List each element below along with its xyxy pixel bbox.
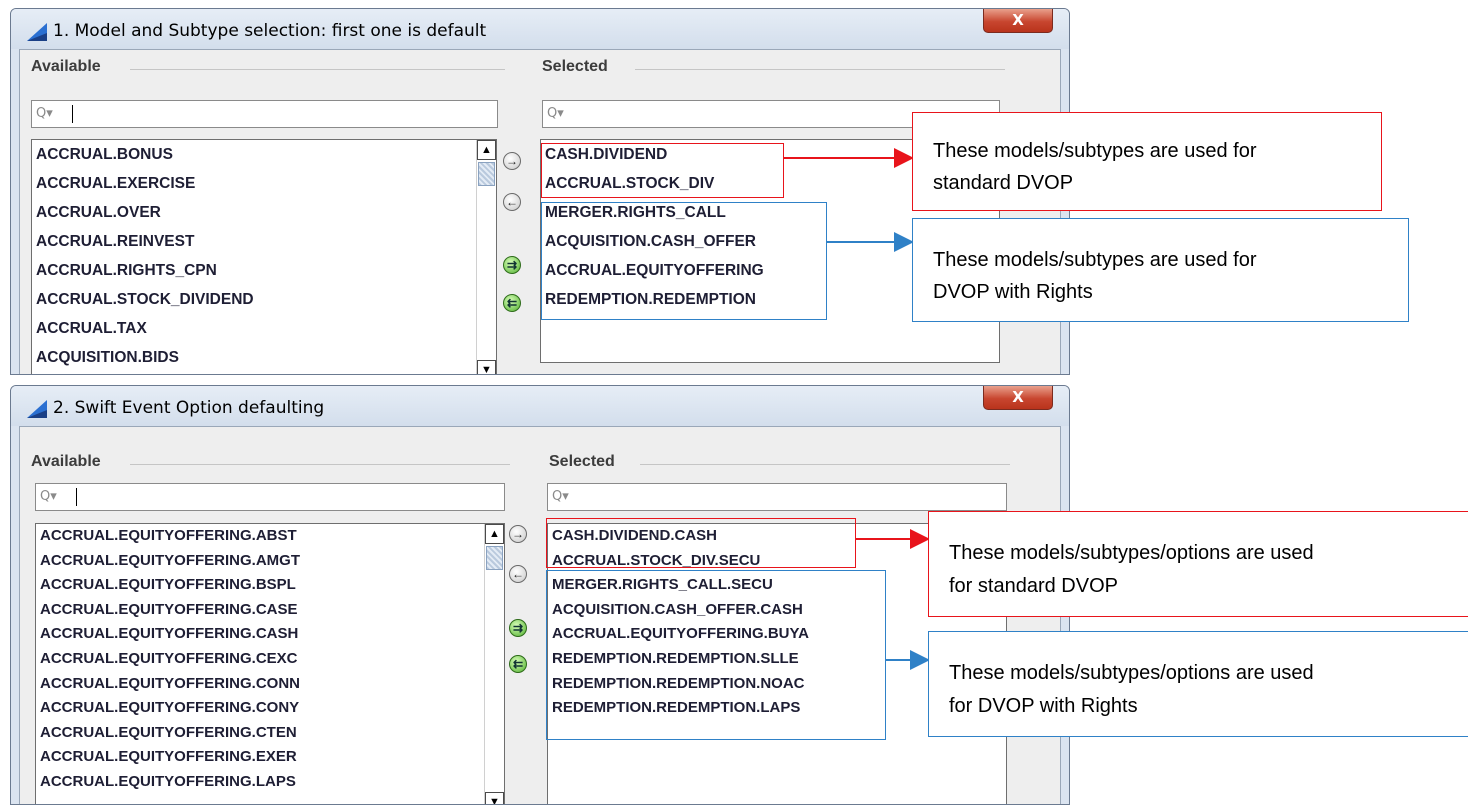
note-text: DVOP with Rights [933,281,1093,303]
note-text: These models/subtypes are used for [933,249,1257,271]
note-text: These models/subtypes are used for [933,140,1257,162]
rights-dvop-note: These models/subtypes are used for DVOP … [912,218,1409,322]
standard-dvop-note: These models/subtypes/options are used f… [928,511,1468,617]
note-text: for standard DVOP [949,575,1118,597]
note-text: for DVOP with Rights [949,695,1138,717]
note-text: These models/subtypes/options are used [949,662,1314,684]
note-text: standard DVOP [933,172,1074,194]
standard-dvop-note: These models/subtypes are used for stand… [912,112,1382,211]
note-text: These models/subtypes/options are used [949,542,1314,564]
rights-dvop-note: These models/subtypes/options are used f… [928,631,1468,737]
